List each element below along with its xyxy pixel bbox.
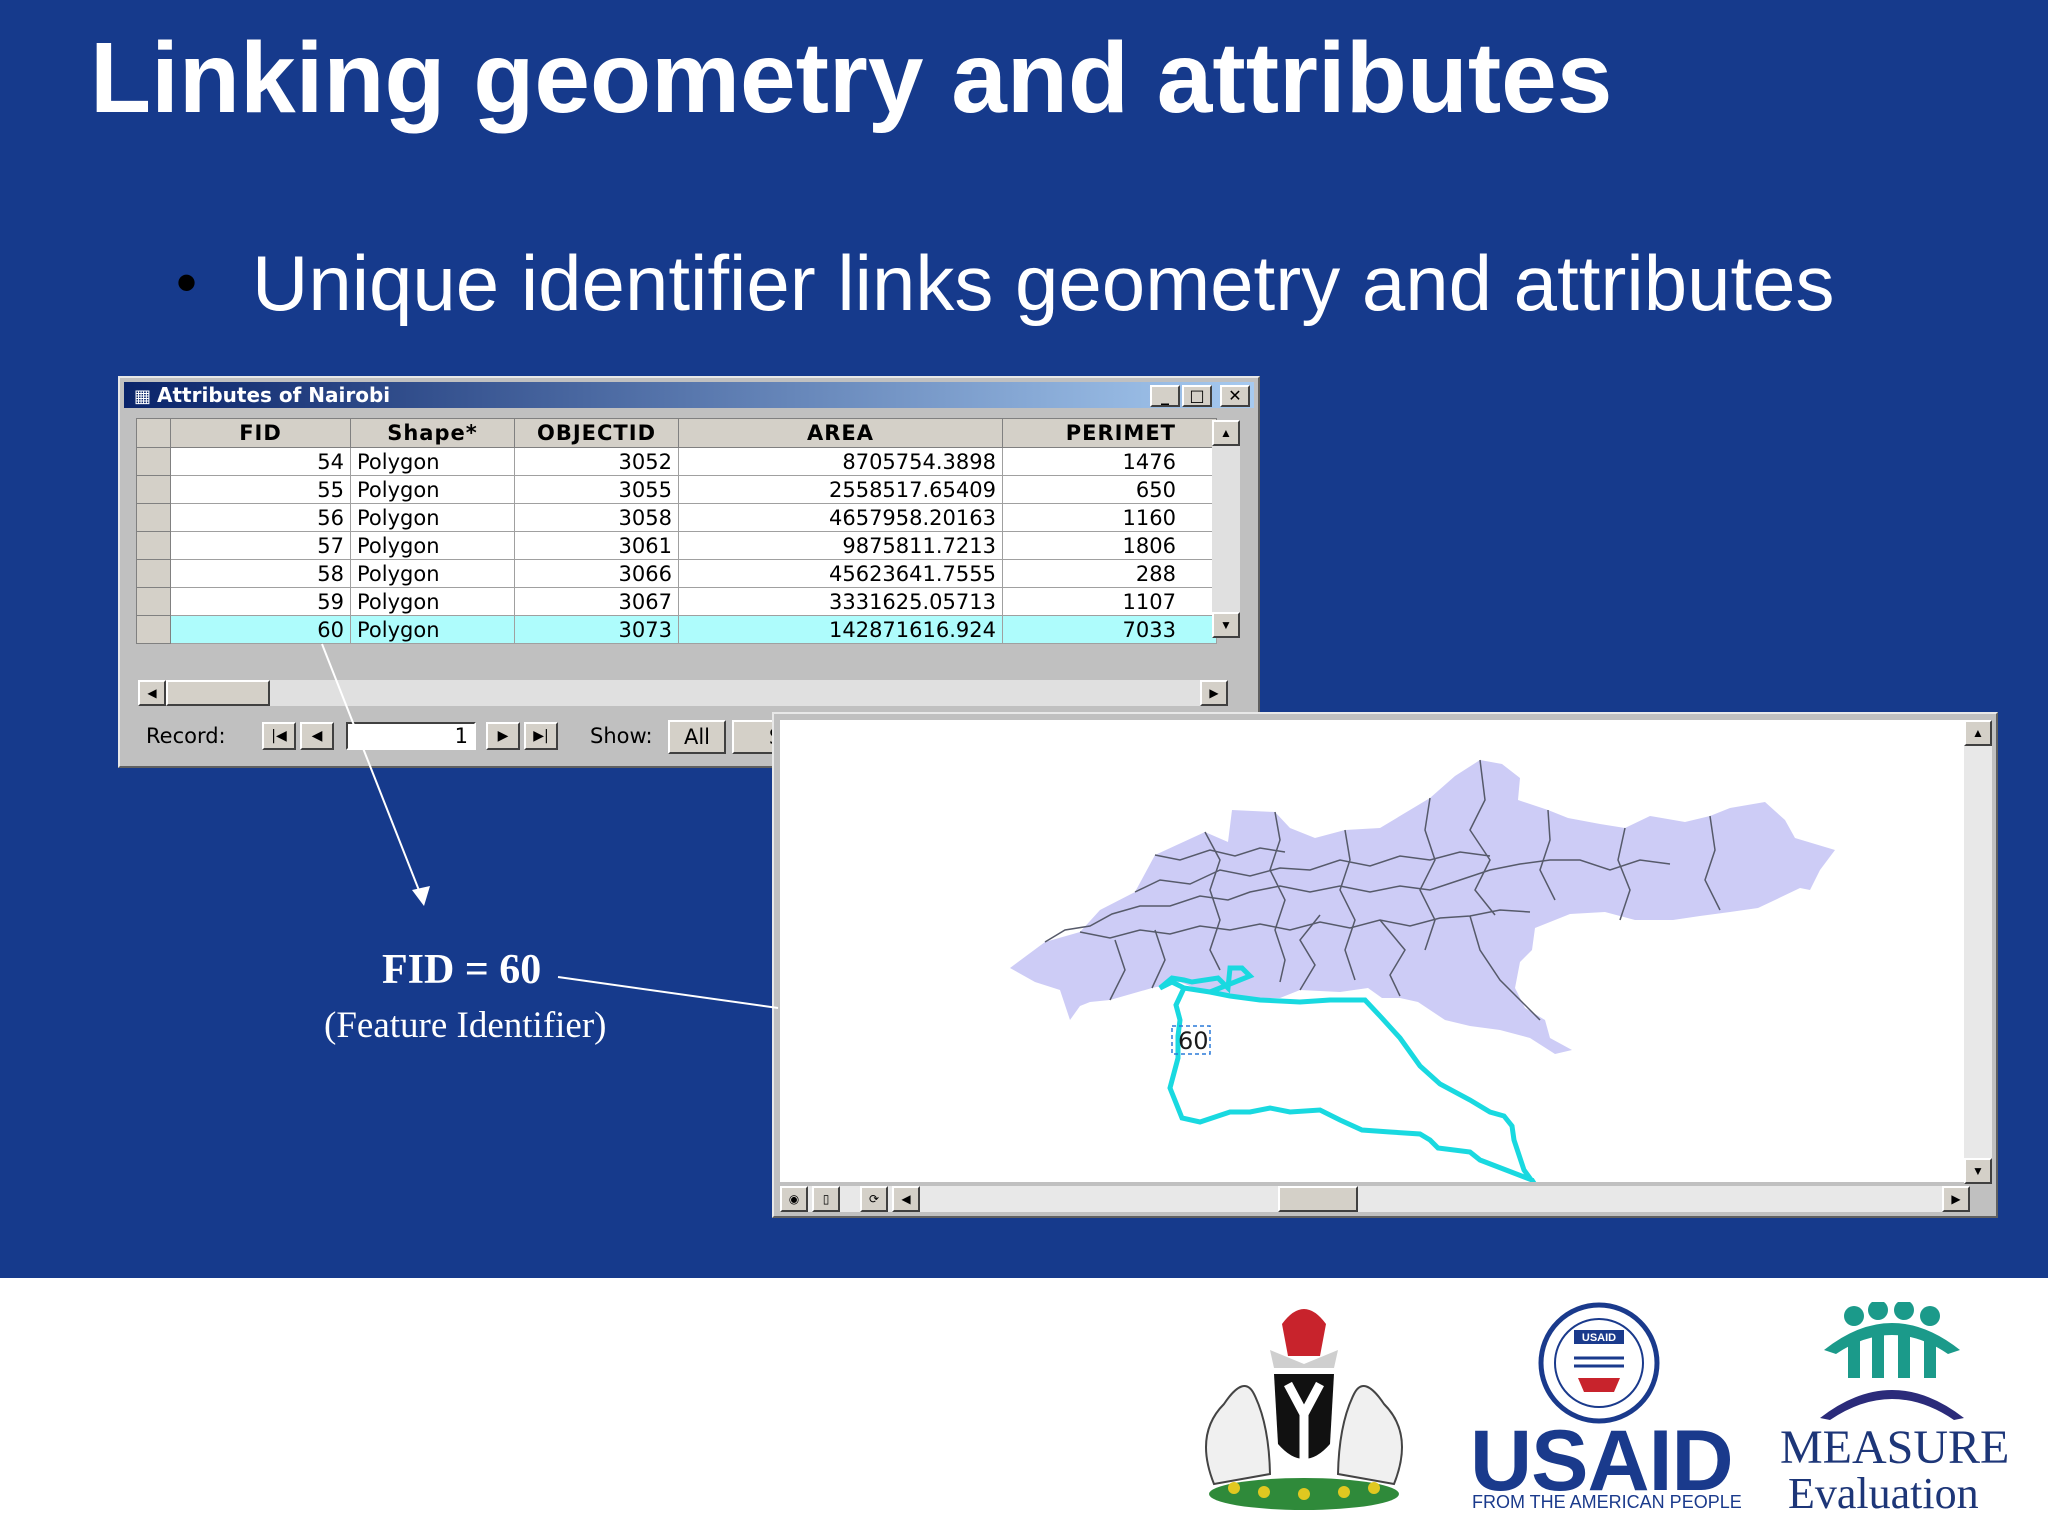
measure-logo-subtext: Evaluation [1788,1469,1979,1518]
usaid-seal-logo: USAID [1538,1302,1660,1424]
measure-evaluation-logo-icon [1820,1302,1964,1420]
usaid-logo-tagline: FROM THE AMERICAN PEOPLE [1472,1492,1742,1512]
arrow-head [412,886,430,906]
fid-callout-subtitle: (Feature Identifier) [324,1005,607,1046]
nigeria-coat-of-arms-logo [1205,1309,1403,1510]
svg-text:USAID: USAID [1582,1332,1616,1344]
arrow-line-to-label [321,643,423,899]
callout-arrows [321,643,1166,1068]
fid-callout-label: FID = 60 [382,947,542,993]
measure-logo-text: MEASURE [1780,1421,2010,1474]
arrow-head [1148,1050,1166,1068]
